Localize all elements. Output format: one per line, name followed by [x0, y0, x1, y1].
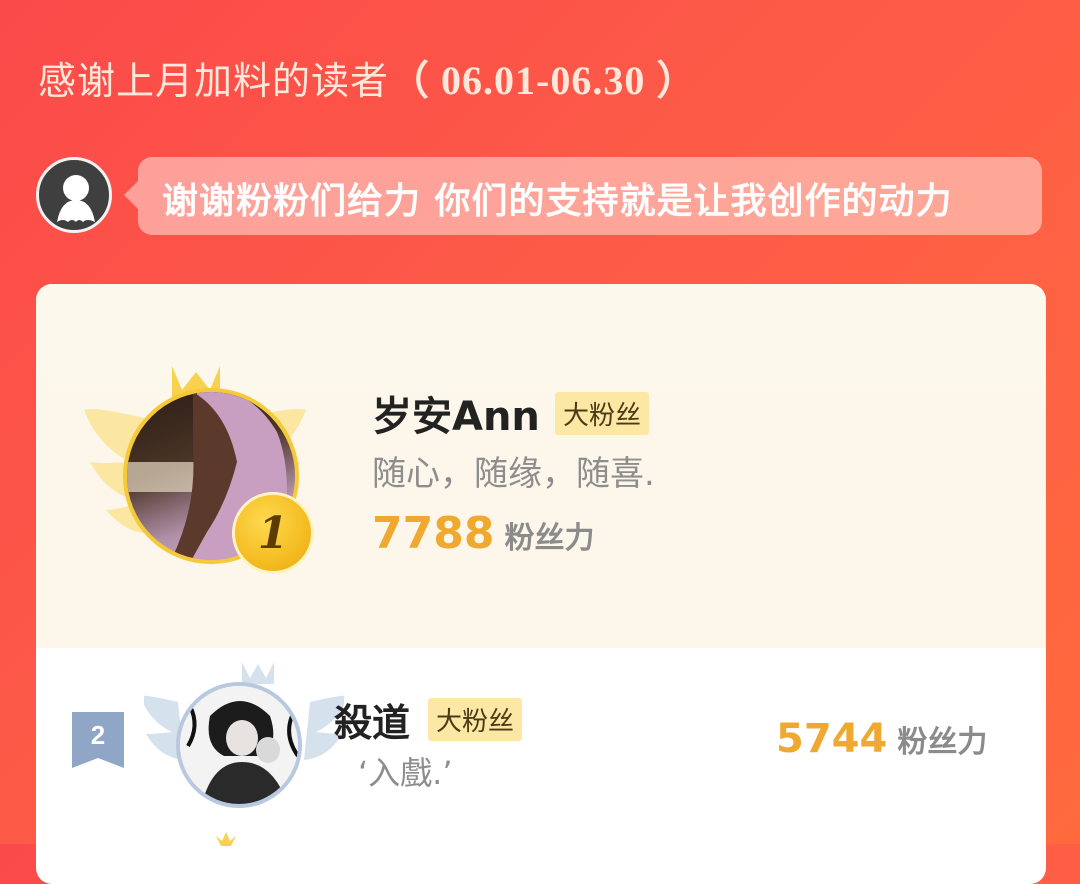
ranking-card: 1 岁安Ann 大粉丝 随心，随缘，随喜. 7788 粉丝力 2 殺道 大粉丝 …	[36, 284, 1046, 884]
rank-1-number: 1	[257, 507, 289, 559]
rank-1-medal: 1	[232, 492, 314, 574]
ghost-avatar-icon	[57, 175, 95, 222]
rank-1-username[interactable]: 岁安Ann	[372, 384, 540, 442]
author-message-bubble: 谢谢粉粉们给力 你们的支持就是让我创作的动力	[124, 157, 1042, 235]
date-range: （ 06.01-06.30 ）	[389, 58, 698, 103]
author-message: 谢谢粉粉们给力 你们的支持就是让我创作的动力	[162, 181, 953, 222]
author-avatar[interactable]	[36, 157, 112, 233]
rank-1-motto: 随心，随缘，随喜.	[372, 454, 655, 494]
rank-1-score-value: 7788	[372, 508, 495, 559]
rank-2-score: 5744 粉丝力	[776, 716, 987, 762]
rank-1-score: 7788 粉丝力	[372, 508, 594, 559]
rank-1-section[interactable]: 1 岁安Ann 大粉丝 随心，随缘，随喜. 7788 粉丝力	[36, 284, 1046, 648]
rank-2-number: 2	[91, 720, 105, 750]
next-rank-crown-icon	[216, 832, 236, 846]
page-title-text: 感谢上月加料的读者	[38, 59, 390, 103]
rank-2-username[interactable]: 殺道	[334, 692, 410, 747]
rank-2-motto: ‘入戲.’	[358, 754, 453, 792]
page-title: 感谢上月加料的读者（ 06.01-06.30 ）	[38, 48, 697, 106]
rank-1-score-unit: 粉丝力	[504, 521, 595, 556]
rank-2-avatar[interactable]	[176, 682, 302, 808]
rank-2-score-value: 5744	[776, 716, 888, 762]
rank-2-flag-icon: 2	[72, 712, 124, 768]
rank-2-fan-badge: 大粉丝	[428, 698, 523, 741]
rank-2-score-unit: 粉丝力	[897, 725, 988, 760]
rank-1-fan-badge: 大粉丝	[555, 392, 650, 435]
